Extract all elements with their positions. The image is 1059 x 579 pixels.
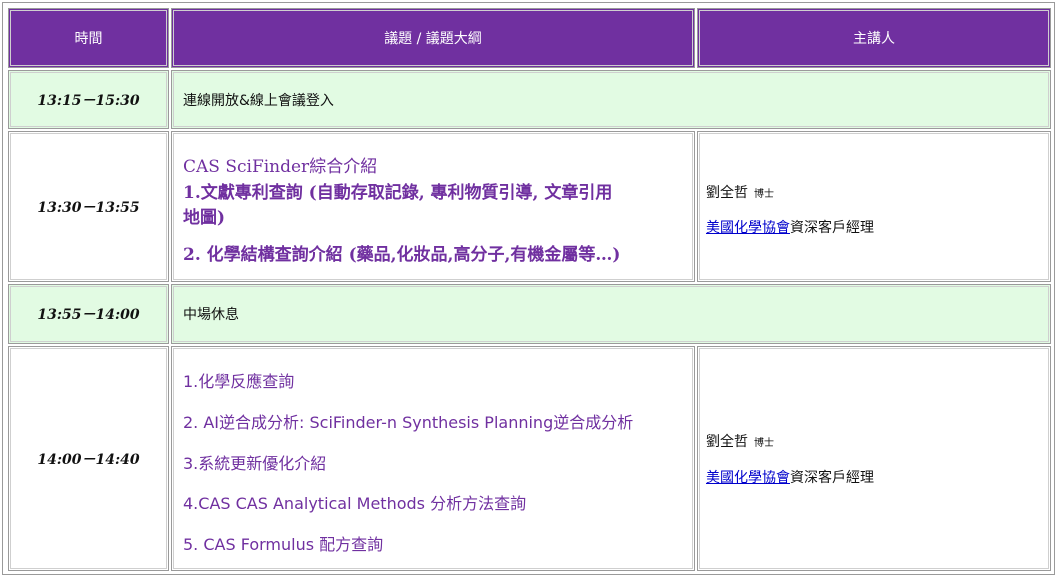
header-speaker: 主講人 bbox=[697, 8, 1051, 68]
speaker-name: 劉全哲 bbox=[706, 434, 748, 450]
speaker-role: 資深客戶經理 bbox=[790, 220, 874, 236]
agenda-item: 地圖) bbox=[183, 208, 226, 228]
time-cell: 13:55－14:00 bbox=[8, 284, 169, 344]
org-link[interactable]: 美國化學協會 bbox=[706, 470, 790, 486]
agenda-item: 4.CAS CAS Analytical Methods 分析方法查詢 bbox=[183, 494, 527, 513]
session-registration: 連線開放&線上會議登入 bbox=[171, 70, 1051, 129]
speaker-name: 劉全哲 bbox=[706, 185, 748, 201]
agenda-item: 2. AI逆合成分析: SciFinder-n Synthesis Planni… bbox=[183, 413, 634, 432]
time-cell: 13:30－13:55 bbox=[8, 131, 169, 282]
speaker-degree: 博士 bbox=[754, 438, 774, 449]
speaker-cell: 劉全哲 博士 美國化學協會資深客戶經理 bbox=[697, 346, 1051, 571]
time-cell: 13:15－15:30 bbox=[8, 70, 169, 129]
agenda-item: 1.化學反應查詢 bbox=[183, 372, 295, 391]
speaker-role: 資深客戶經理 bbox=[790, 470, 874, 486]
header-time: 時間 bbox=[8, 8, 169, 68]
agenda-cell: 1.化學反應查詢 2. AI逆合成分析: SciFinder-n Synthes… bbox=[171, 346, 695, 571]
agenda-item: 3.系統更新優化介紹 bbox=[183, 454, 327, 473]
agenda-cell: CAS SciFinder綜合介紹 1.文獻專利查詢 (自動存取記錄, 專利物質… bbox=[171, 131, 695, 282]
agenda-item: 2. 化學結構查詢介紹 (藥品,化妝品,高分子,有機金屬等…) bbox=[183, 245, 621, 265]
agenda-item: 1.文獻專利查詢 (自動存取記錄, 專利物質引導, 文章引用 bbox=[183, 183, 613, 203]
agenda-item: 5. CAS Formulus 配方查詢 bbox=[183, 535, 384, 554]
speaker-cell: 劉全哲 博士 美國化學協會資深客戶經理 bbox=[697, 131, 1051, 282]
speaker-degree: 博士 bbox=[754, 189, 774, 200]
agenda-title: CAS SciFinder綜合介紹 bbox=[183, 157, 378, 177]
time-cell: 14:00－14:40 bbox=[8, 346, 169, 571]
header-topic: 議題 / 議題大綱 bbox=[171, 8, 695, 68]
org-link[interactable]: 美國化學協會 bbox=[706, 220, 790, 236]
session-break: 中場休息 bbox=[171, 284, 1051, 344]
